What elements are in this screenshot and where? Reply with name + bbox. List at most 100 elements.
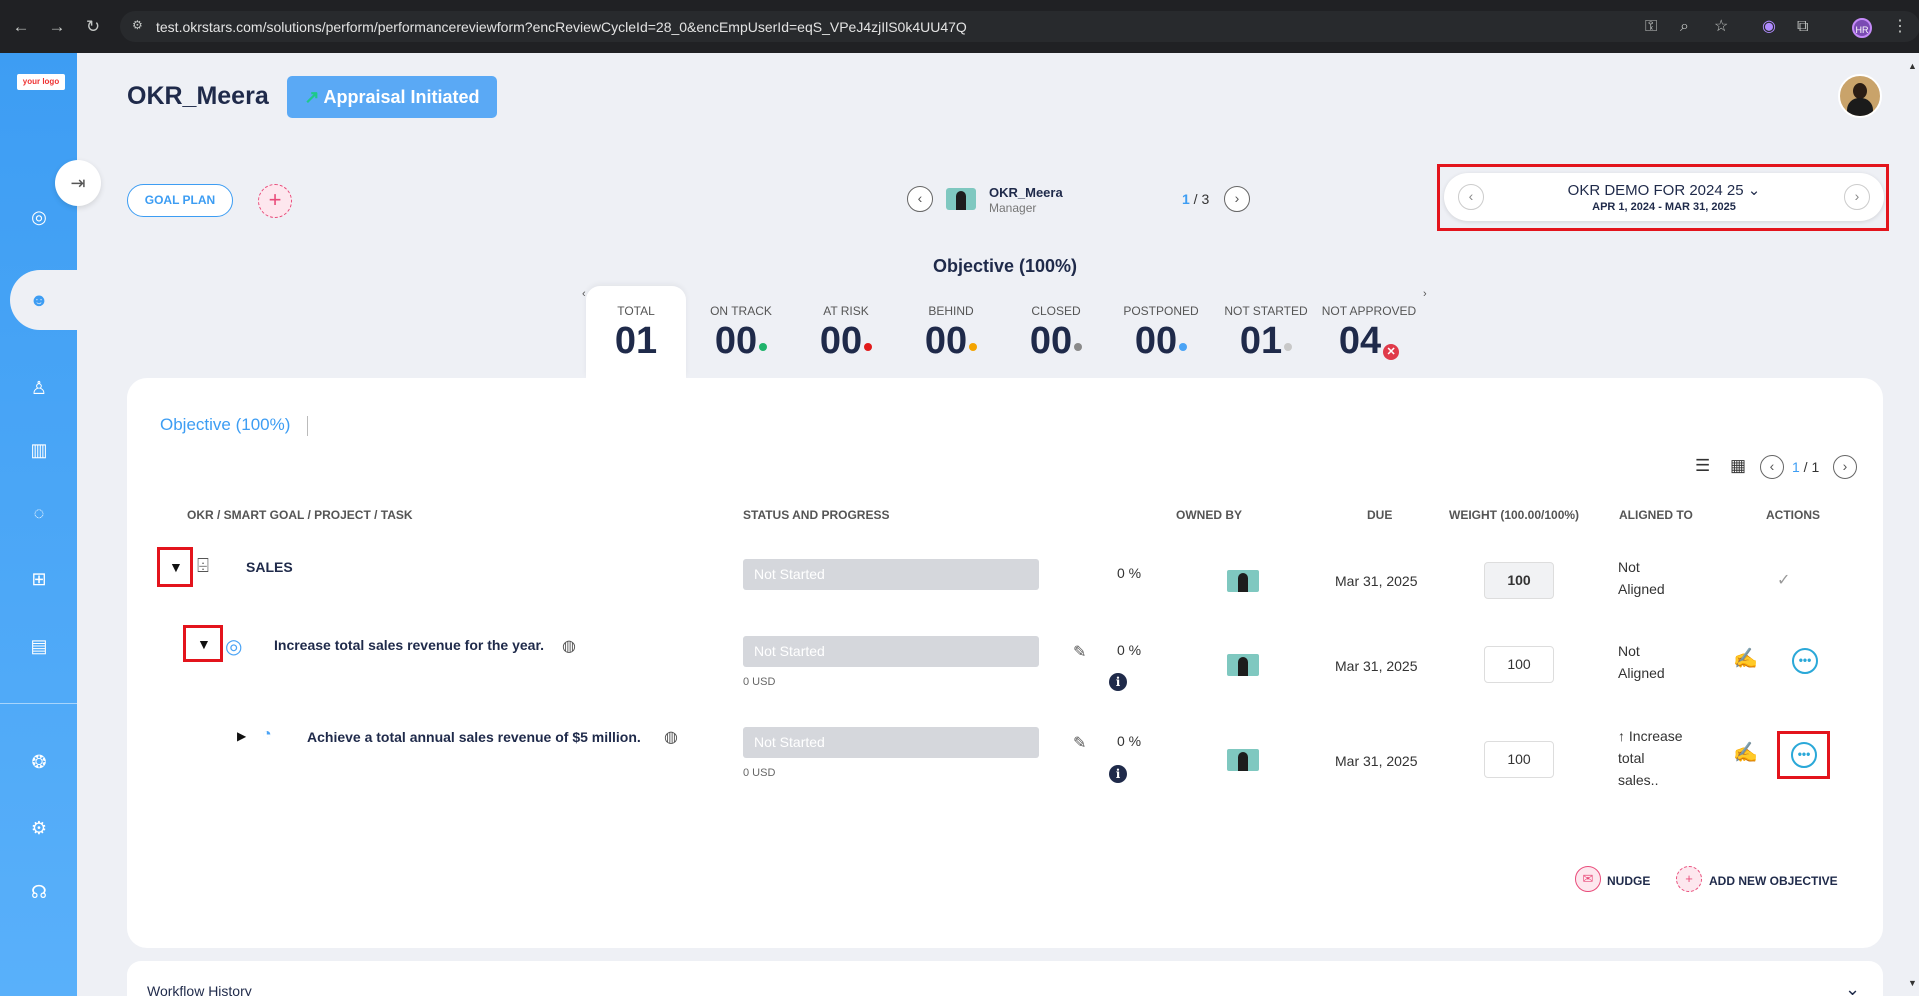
edit-sign-icon[interactable]: ✍ — [1733, 646, 1758, 671]
scroll-down-icon[interactable]: ▼ — [1908, 978, 1917, 988]
browser-menu-icon[interactable]: ⋮ — [1892, 17, 1908, 37]
url-text: test.okrstars.com/solutions/perform/perf… — [156, 19, 967, 35]
appraisal-status-button[interactable]: ↗ Appraisal Initiated — [287, 76, 497, 118]
sidebar-item-team[interactable]: ☻ — [10, 270, 86, 330]
weight-field[interactable]: 100 — [1484, 741, 1554, 778]
bookmark-star-icon[interactable]: ☆ — [1714, 17, 1728, 37]
stat-total[interactable]: TOTAL 01 — [586, 286, 686, 378]
info-icon[interactable]: i — [1109, 765, 1127, 783]
avatar-head — [1853, 83, 1867, 99]
status-dot-blue — [1179, 343, 1188, 351]
weight-field[interactable]: 100 — [1484, 646, 1554, 683]
add-new-objective-button[interactable]: ADD NEW OBJECTIVE — [1709, 874, 1838, 888]
stat-label: CLOSED — [1031, 304, 1081, 318]
list-view-icon[interactable]: ☰ — [1695, 456, 1710, 476]
back-icon[interactable]: ← — [10, 16, 32, 38]
info-icon[interactable]: i — [1109, 673, 1127, 691]
goal-plan-button[interactable]: GOAL PLAN — [127, 184, 233, 217]
support-icon[interactable]: ☊ — [27, 880, 51, 904]
collapse-caret-icon[interactable]: ▼ — [169, 559, 183, 575]
due-date: Mar 31, 2025 — [1335, 658, 1418, 674]
employee-figure — [956, 191, 966, 210]
sidebar-divider — [0, 703, 77, 704]
collapse-sidebar-button[interactable]: ⇥ — [55, 160, 101, 206]
next-cycle-button[interactable]: › — [1844, 184, 1870, 210]
employee-page-sep: / — [1189, 191, 1202, 207]
weight-field[interactable]: 100 — [1484, 562, 1554, 599]
notes-icon[interactable]: ✎ — [1073, 642, 1086, 662]
stat-closed[interactable]: CLOSED 00 — [1006, 286, 1106, 378]
extension-icon[interactable]: ◉ — [1762, 17, 1776, 37]
goal-name[interactable]: Increase total sales revenue for the yea… — [274, 637, 544, 653]
stats-next-icon[interactable]: › — [1423, 288, 1427, 300]
stat-not-started[interactable]: NOT STARTED 01 — [1216, 286, 1316, 378]
more-actions-button[interactable]: ••• — [1792, 648, 1818, 674]
grid-view-icon[interactable]: ▦ — [1730, 456, 1746, 476]
objective-name[interactable]: SALES — [246, 559, 293, 575]
objective-clipboard-icon: ⌹ — [197, 555, 209, 577]
nudge-mail-icon[interactable]: ✉ — [1575, 866, 1601, 892]
forward-icon[interactable]: → — [46, 16, 68, 38]
employee-pager: 1 / 3 — [1182, 191, 1209, 207]
add-goal-plan-button[interactable]: + — [258, 184, 292, 218]
zoom-icon[interactable]: ⌕ — [1680, 17, 1689, 37]
stat-value: 00 — [1111, 320, 1211, 363]
usd-value: 0 USD — [743, 676, 776, 688]
owner-avatar[interactable] — [1227, 570, 1259, 592]
owner-avatar[interactable] — [1227, 749, 1259, 771]
notes-icon[interactable]: ✎ — [1073, 733, 1086, 753]
page-scrollbar[interactable]: ▲ ▼ — [1905, 53, 1919, 996]
org-tree-icon[interactable]: ⊞ — [27, 567, 51, 591]
stat-behind[interactable]: BEHIND 00 — [901, 286, 1001, 378]
team-icon: ☻ — [29, 290, 49, 310]
stat-not-approved[interactable]: NOT APPROVED 04 ✕ — [1319, 286, 1419, 378]
prev-employee-button[interactable]: ‹ — [907, 186, 933, 212]
stat-label: POSTPONED — [1123, 304, 1199, 318]
tab-objective[interactable]: Objective (100%) — [160, 415, 290, 435]
stat-value: 00 — [901, 320, 1001, 363]
extensions-puzzle-icon[interactable]: ⧉ — [1797, 17, 1808, 37]
more-actions-button[interactable]: ••• — [1791, 742, 1817, 768]
brain-icon[interactable]: ❂ — [27, 750, 51, 774]
person-score-icon[interactable]: ♙ — [27, 376, 51, 400]
report-icon[interactable]: ▤ — [27, 634, 51, 658]
password-key-icon[interactable]: ⚿ — [1645, 17, 1657, 37]
status-progress-bar: Not Started — [743, 559, 1039, 590]
aligned-to[interactable]: ↑ Increase total sales.. — [1618, 725, 1683, 791]
add-objective-icon[interactable]: + — [1676, 866, 1702, 892]
stat-postponed[interactable]: POSTPONED 00 — [1111, 286, 1211, 378]
col-header-aligned: ALIGNED TO — [1619, 508, 1693, 522]
next-employee-button[interactable]: › — [1224, 186, 1250, 212]
user-avatar[interactable] — [1838, 74, 1882, 118]
target-icon[interactable]: ◎ — [27, 205, 51, 229]
workflow-history-panel[interactable]: Workflow History ⌄ — [127, 961, 1883, 996]
objectives-card: Objective (100%) ☰ ▦ ‹ 1 / 1 › OKR / SMA… — [127, 378, 1883, 948]
appraisal-status-label: Appraisal Initiated — [323, 87, 480, 107]
cycle-name-row[interactable]: OKR DEMO FOR 2024 25 ⌄ — [1444, 181, 1884, 199]
check-circle-icon[interactable]: ✓ — [1777, 570, 1790, 590]
browser-profile-avatar[interactable]: HR — [1852, 18, 1872, 38]
settings-icon[interactable]: ⚙ — [27, 816, 51, 840]
feedback-360-icon[interactable]: ◌ — [27, 501, 51, 525]
edit-sign-icon[interactable]: ✍ — [1733, 740, 1758, 765]
stat-on-track[interactable]: ON TRACK 00 — [691, 286, 791, 378]
expand-caret-icon[interactable]: ▶ — [237, 729, 246, 743]
nudge-button[interactable]: NUDGE — [1607, 874, 1650, 888]
review-cycle-selector[interactable]: ‹ OKR DEMO FOR 2024 25 ⌄ APR 1, 2024 - M… — [1444, 173, 1884, 221]
due-date: Mar 31, 2025 — [1335, 573, 1418, 589]
card-prev-page-button[interactable]: ‹ — [1760, 455, 1784, 479]
card-next-page-button[interactable]: › — [1833, 455, 1857, 479]
stat-at-risk[interactable]: AT RISK 00 — [796, 286, 896, 378]
chevron-down-icon[interactable]: ⌄ — [1845, 979, 1860, 996]
book-icon[interactable]: ▥ — [27, 438, 51, 462]
reload-icon[interactable]: ↻ — [82, 16, 104, 38]
collapse-caret-icon[interactable]: ▼ — [197, 636, 211, 652]
owner-figure — [1238, 657, 1248, 676]
employee-page-total: 3 — [1201, 191, 1210, 207]
scroll-up-icon[interactable]: ▲ — [1908, 61, 1917, 71]
key-result-name[interactable]: Achieve a total annual sales revenue of … — [307, 729, 641, 745]
avatar-body — [1847, 98, 1873, 116]
site-info-icon[interactable]: ⚙ — [132, 18, 148, 34]
stat-value: 01 — [1216, 320, 1316, 363]
owner-avatar[interactable] — [1227, 654, 1259, 676]
